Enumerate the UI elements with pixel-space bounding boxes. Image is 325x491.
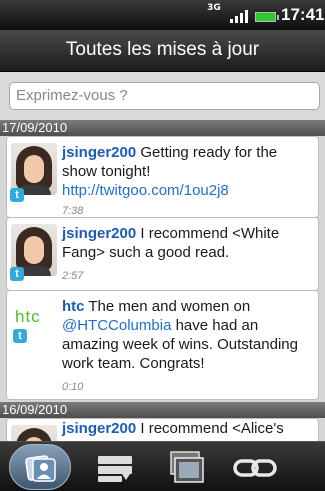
status-update-input[interactable]: Exprimez-vous ? <box>9 82 320 110</box>
post-username[interactable]: jsinger200 <box>62 144 136 161</box>
tab-messages[interactable] <box>85 444 147 490</box>
network-type-indicator: 3G <box>207 3 221 13</box>
date-divider: 16/09/2010 <box>0 402 325 418</box>
date-divider: 17/09/2010 <box>0 120 325 136</box>
feed-item[interactable]: t jsinger200 Getting ready for the show … <box>6 136 319 218</box>
twitter-icon: t <box>10 267 24 281</box>
post-body: The men and women on <box>84 298 251 315</box>
feed-item[interactable]: jsinger200 I recommend <Alice's <box>6 418 319 441</box>
twitter-icon: t <box>10 188 24 202</box>
post-link[interactable]: http://twitgoo.com/1ou2j8 <box>62 182 229 199</box>
user-avatar <box>11 425 57 441</box>
post-time: 2:57 <box>62 270 84 282</box>
photo-album-icon <box>170 451 204 483</box>
title-bar: Toutes les mises à jour <box>0 30 325 72</box>
post-text: jsinger200 I recommend <White Fang> such… <box>62 224 312 262</box>
tab-people[interactable] <box>9 444 71 490</box>
post-username[interactable]: htc <box>62 298 85 315</box>
feed-item[interactable]: htc t htc The men and women on @HTCColum… <box>6 290 319 400</box>
post-body: I recommend <Alice's <box>136 420 284 437</box>
post-time: 7:38 <box>62 205 84 217</box>
post-username[interactable]: jsinger200 <box>62 420 136 437</box>
link-icon <box>233 459 277 477</box>
battery-icon <box>255 12 279 22</box>
post-username[interactable]: jsinger200 <box>62 225 136 242</box>
compose-area: Exprimez-vous ? <box>0 72 325 120</box>
htc-logo: htc <box>15 307 41 326</box>
post-time: 0:10 <box>62 381 84 393</box>
people-icon <box>25 455 56 482</box>
page-title: Toutes les mises à jour <box>65 39 260 60</box>
post-text: jsinger200 I recommend <Alice's <box>62 419 312 438</box>
post-text: jsinger200 Getting ready for the show to… <box>62 143 312 200</box>
post-mention[interactable]: @HTCColumbia <box>62 317 171 334</box>
bottom-tab-bar <box>0 441 325 491</box>
tab-links[interactable] <box>224 444 286 490</box>
message-list-icon <box>98 456 132 482</box>
status-bar: 3G 17:41 <box>0 0 325 30</box>
feed-item[interactable]: t jsinger200 I recommend <White Fang> su… <box>6 217 319 291</box>
twitter-icon: t <box>13 329 27 343</box>
status-time: 17:41 <box>281 5 325 24</box>
signal-strength-icon <box>230 9 250 23</box>
post-text: htc The men and women on @HTCColumbia ha… <box>62 297 312 373</box>
feed-list: jsinger200 I recommend <Alice's <box>0 418 325 441</box>
tab-photos[interactable] <box>155 444 217 490</box>
feed-list: t jsinger200 Getting ready for the show … <box>0 136 325 402</box>
